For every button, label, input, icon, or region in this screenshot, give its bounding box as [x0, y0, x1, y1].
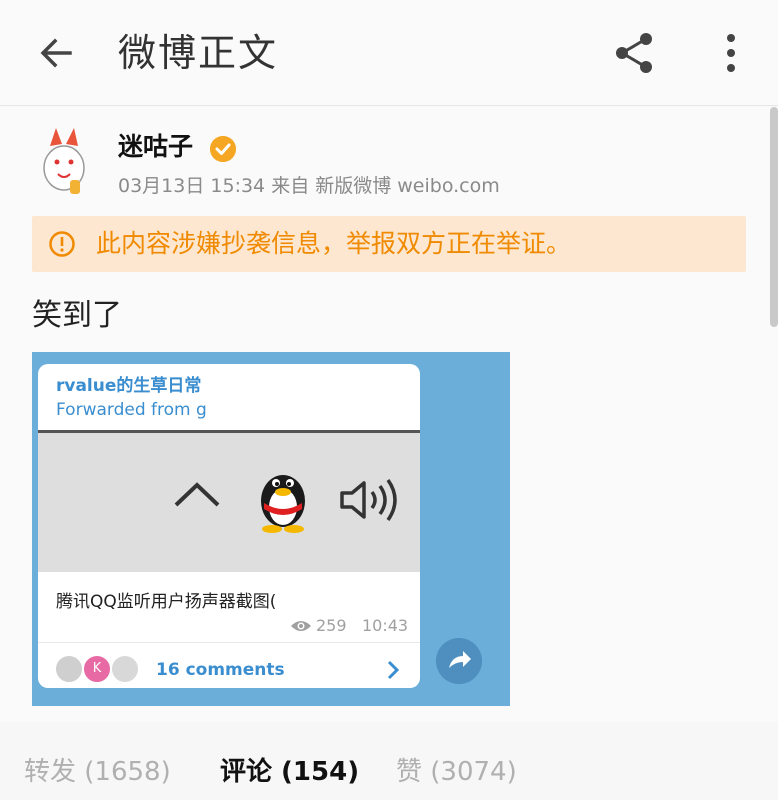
avatar[interactable]: [34, 124, 94, 204]
post-tabs: 转发 (1658) 评论 (154) 赞 (3074): [0, 722, 778, 800]
speaker-volume-icon: [340, 478, 397, 522]
tab-like[interactable]: 赞 (3074): [396, 754, 517, 790]
chevron-up-icon: [174, 482, 220, 507]
post-meta: 03月13日 15:34 来自 新版微博 weibo.com: [118, 175, 500, 197]
commenter-avatar: K: [82, 654, 112, 684]
forward-arrow-icon: [436, 638, 482, 684]
channel-name: rvalue的生草日常: [56, 376, 202, 396]
scrollbar[interactable]: [770, 107, 778, 327]
app-bar: 微博正文: [0, 0, 778, 106]
view-count: 259: [316, 616, 347, 635]
commenter-avatar: [54, 654, 84, 684]
chevron-right-icon: [387, 660, 400, 680]
tab-comment[interactable]: 评论 (154): [220, 754, 359, 790]
comments-link: 16 comments: [156, 660, 285, 680]
message-caption: 腾讯QQ监听用户扬声器截图(: [56, 592, 277, 612]
commenter-avatar: [110, 654, 140, 684]
arrow-left-icon[interactable]: [34, 31, 78, 75]
forwarded-from: Forwarded from g: [56, 400, 207, 420]
more-vertical-icon[interactable]: [716, 30, 746, 76]
post-image[interactable]: rvalue的生草日常 Forwarded from g 腾讯QQ监听用户扬声器…: [32, 352, 510, 706]
post-text: 笑到了: [32, 298, 122, 333]
warning-text: 此内容涉嫌抄袭信息，举报双方正在举证。: [96, 229, 572, 258]
username[interactable]: 迷咕子: [118, 130, 193, 164]
qq-penguin-icon: [261, 475, 305, 533]
tab-repost[interactable]: 转发 (1658): [24, 754, 171, 790]
telegram-message-card: rvalue的生草日常 Forwarded from g 腾讯QQ监听用户扬声器…: [38, 364, 420, 688]
share-icon[interactable]: [612, 30, 658, 76]
page-title: 微博正文: [118, 31, 279, 75]
message-time: 10:43: [362, 616, 409, 635]
copyright-warning-banner: 此内容涉嫌抄袭信息，举报双方正在举证。: [32, 216, 746, 272]
verified-badge-icon: [210, 136, 236, 162]
eye-icon: [291, 621, 311, 631]
taskbar-screenshot: [38, 430, 420, 572]
divider: [38, 642, 420, 643]
alert-circle-icon: [49, 231, 75, 257]
